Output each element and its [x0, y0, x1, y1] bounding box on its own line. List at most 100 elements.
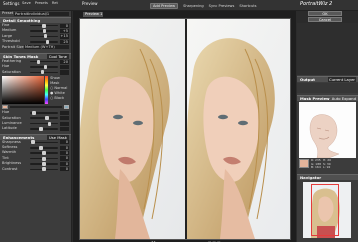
enhancement-slider-track[interactable] [30, 151, 58, 156]
output-row [297, 83, 358, 93]
latitude-slider-handle[interactable] [47, 121, 52, 126]
hue-strip[interactable] [45, 76, 49, 105]
auto-expand-toggle[interactable]: Auto Expand [332, 96, 356, 101]
latitude-slider-handle[interactable] [39, 127, 43, 131]
latitude-slider-value[interactable] [60, 116, 69, 121]
enhancement-slider-value[interactable]: 0 [60, 167, 69, 172]
enhancement-slider-handle[interactable] [42, 167, 46, 172]
mask-option-white-label: White [54, 91, 65, 96]
skin-slider-handle[interactable] [43, 65, 48, 70]
portrait-size-select[interactable]: Medium (W+TH) [24, 45, 69, 50]
skin-slider-track[interactable] [30, 65, 58, 70]
before-right-eye [133, 120, 143, 126]
after-right-eye [238, 120, 248, 126]
mask-preview-header[interactable]: Mask Preview Auto Expand [297, 95, 358, 101]
cancel-button[interactable]: Cancel [308, 17, 342, 22]
enhancement-slider-track[interactable] [30, 161, 58, 166]
detail-slider-track[interactable] [30, 39, 58, 44]
navigator-frame[interactable] [311, 184, 339, 236]
menu-presets[interactable]: Presets [35, 1, 48, 5]
top-toolbar: Settings Save Presets Ret Preview Add Pr… [0, 0, 358, 11]
enhancement-slider-handle[interactable] [31, 140, 35, 145]
preview-tab[interactable]: Preview 1 [83, 12, 103, 17]
detail-slider-handle[interactable] [42, 23, 46, 28]
preview-toolbar: Add Preview Sharpening Sync Previews Sho… [150, 3, 257, 9]
latitude-slider-track[interactable] [30, 127, 58, 131]
menu-ret[interactable]: Ret [52, 1, 58, 5]
skin-slider-value[interactable]: 20 [60, 59, 69, 64]
latitude-slider-value[interactable] [60, 121, 69, 126]
enhancement-slider-value[interactable]: 0 [60, 156, 69, 161]
enhancement-slider-handle[interactable] [42, 151, 46, 156]
swatch-bar [10, 106, 62, 109]
sharpening-toggle[interactable]: Sharpening [183, 4, 204, 8]
mask-option-black[interactable]: ○ Black [50, 96, 69, 101]
latitude-slider-value[interactable] [60, 110, 69, 115]
add-preview-button[interactable]: Add Preview [150, 3, 179, 9]
mask-info-area: R: 235 G: 188 B: 164 H: 20 S: 30 L: 92 [299, 158, 356, 173]
output-header[interactable]: Output Current Layer [297, 76, 358, 82]
enhancement-slider-handle[interactable] [42, 161, 46, 166]
detail-slider-handle[interactable] [43, 34, 48, 39]
settings-label: Settings [3, 1, 20, 6]
app-logo: PortraitWiz 2 [300, 1, 333, 7]
detail-slider-track[interactable] [30, 34, 58, 39]
preset-row: Preset PortraitIndividual/1 [0, 11, 71, 17]
detail-slider-value[interactable]: 25 [60, 39, 69, 44]
portrait-size-row: Portrait Size Medium (W+TH) [0, 45, 71, 50]
hsl-readout: H: 20 S: 30 L: 92 [323, 158, 331, 173]
output-title: Output [300, 77, 315, 82]
latitude-slider-handle[interactable] [45, 116, 49, 121]
sampled-color-swatch [299, 159, 309, 168]
enhancement-slider-handle[interactable] [39, 145, 43, 150]
detail-slider-value[interactable]: +5 [60, 28, 69, 34]
enhancement-slider-row: Contrast 0 [0, 167, 71, 172]
enhancement-slider-handle[interactable] [42, 156, 46, 161]
settings-panel: Preset PortraitIndividual/1 Detail Smoot… [0, 11, 72, 242]
detail-slider-track[interactable] [30, 23, 58, 28]
detail-slider-handle[interactable] [45, 39, 50, 44]
skin-slider-value[interactable] [60, 64, 69, 70]
latitude-slider-track[interactable] [30, 110, 58, 115]
use-mask-button[interactable]: Use Mask [46, 134, 69, 140]
detail-slider-value[interactable]: +15 [60, 34, 69, 39]
detail-slider-track[interactable] [30, 29, 58, 34]
latitude-slider-value[interactable] [60, 126, 69, 132]
output-select[interactable]: Current Layer [327, 77, 356, 82]
right-panel: Output Current Layer Mask Preview Auto E… [297, 23, 358, 242]
enhancement-slider-value[interactable]: 0 [60, 145, 69, 150]
skin-slider-track[interactable] [30, 59, 58, 64]
skin-slider-handle[interactable] [36, 59, 41, 64]
ok-button[interactable]: OK [308, 11, 342, 16]
latitude-slider-row: Latitude [0, 126, 71, 132]
preview-label: Preview [82, 1, 98, 6]
navigator-header[interactable]: Navigator [297, 174, 358, 180]
right-empty-area [297, 23, 358, 75]
preset-select[interactable]: PortraitIndividual/1 [14, 11, 69, 17]
enhancement-slider-track[interactable] [30, 145, 58, 150]
enhancement-slider-track[interactable] [30, 156, 58, 161]
skin-slider-track[interactable] [30, 70, 58, 75]
enhancement-slider-track[interactable] [30, 167, 58, 172]
menu-save[interactable]: Save [22, 1, 31, 5]
latitude-slider-track[interactable] [30, 116, 58, 121]
skin-slider-handle[interactable] [40, 70, 45, 75]
detail-slider-value[interactable]: 0 [60, 23, 69, 28]
shortcuts-toggle[interactable]: Shortcuts [239, 4, 256, 8]
enhancement-slider-track[interactable] [30, 140, 58, 145]
skin-slider-value[interactable] [60, 70, 69, 75]
blue-value: B: 164 [311, 165, 321, 170]
enhancement-slider-value[interactable]: 0 [60, 151, 69, 156]
sync-previews-toggle[interactable]: Sync Previews [209, 4, 235, 8]
latitude-slider-track[interactable] [30, 121, 58, 126]
enhancement-slider-value[interactable]: 0 [60, 161, 69, 167]
skin-tone-dropdown[interactable]: Cool Tone [46, 53, 69, 59]
skin-color-swatch[interactable] [2, 105, 8, 110]
color-gradient[interactable] [2, 76, 45, 105]
navigator-view[interactable] [303, 182, 351, 238]
detail-slider-handle[interactable] [42, 29, 47, 34]
after-image [187, 19, 290, 239]
eyedropper-icon[interactable] [64, 105, 69, 110]
latitude-slider-handle[interactable] [32, 110, 36, 115]
enhancement-slider-value[interactable]: 0 [60, 140, 69, 145]
